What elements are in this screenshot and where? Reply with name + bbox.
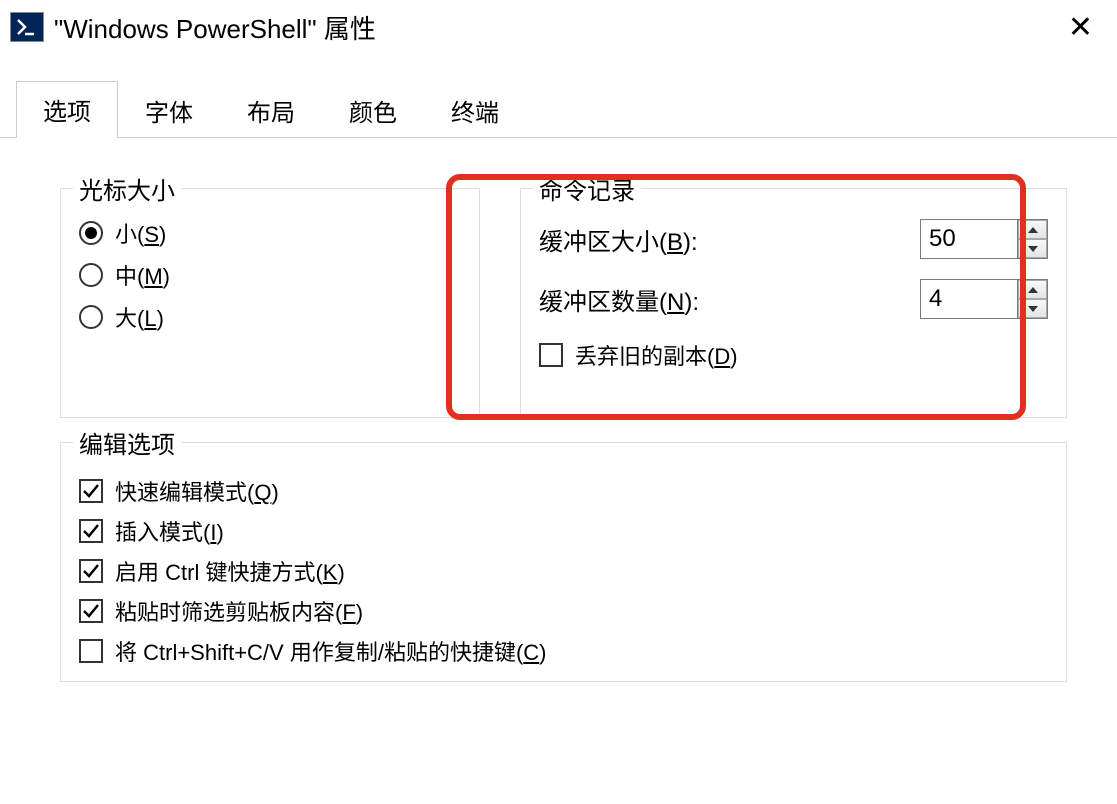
cursor-small-label: 小(S) — [115, 217, 166, 249]
checkbox-icon — [79, 559, 103, 583]
buffer-count-down[interactable] — [1018, 299, 1047, 318]
buffer-count-label: 缓冲区数量(N): — [539, 282, 699, 317]
tab-colors[interactable]: 颜色 — [322, 82, 424, 138]
window-title: "Windows PowerShell" 属性 — [54, 9, 1054, 46]
buffer-size-up[interactable] — [1018, 220, 1047, 239]
titlebar: "Windows PowerShell" 属性 ✕ — [0, 0, 1117, 54]
ctrl-shift-copy-label: 将 Ctrl+Shift+C/V 用作复制/粘贴的快捷键(C) — [115, 635, 547, 667]
tab-content: 光标大小 小(S) 中(M) 大(L) 命令 — [0, 138, 1117, 682]
ctrl-shift-copy-checkbox[interactable]: 将 Ctrl+Shift+C/V 用作复制/粘贴的快捷键(C) — [79, 635, 1048, 667]
cursor-medium-radio[interactable]: 中(M) — [79, 259, 461, 291]
buffer-size-row: 缓冲区大小(B): 50 — [539, 219, 1048, 259]
discard-duplicates-label: 丢弃旧的副本(D) — [575, 339, 738, 371]
filter-paste-checkbox[interactable]: 粘贴时筛选剪贴板内容(F) — [79, 595, 1048, 627]
ctrl-shortcuts-label: 启用 Ctrl 键快捷方式(K) — [115, 555, 345, 587]
radio-icon — [79, 221, 103, 245]
edit-options-group: 编辑选项 快速编辑模式(Q) 插入模式(I) 启用 Ctrl 键快捷方式(K) — [60, 442, 1067, 682]
buffer-size-spinner[interactable]: 50 — [920, 219, 1048, 259]
command-history-legend: 命令记录 — [533, 171, 641, 206]
buffer-size-value[interactable]: 50 — [921, 220, 1017, 258]
tab-options[interactable]: 选项 — [16, 81, 118, 138]
radio-icon — [79, 263, 103, 287]
buffer-size-down[interactable] — [1018, 239, 1047, 258]
insert-mode-label: 插入模式(I) — [115, 515, 224, 547]
radio-icon — [79, 305, 103, 329]
checkbox-icon — [79, 479, 103, 503]
buffer-count-up[interactable] — [1018, 280, 1047, 299]
buffer-size-label: 缓冲区大小(B): — [539, 222, 698, 257]
checkbox-icon — [539, 343, 563, 367]
tab-layout[interactable]: 布局 — [220, 82, 322, 138]
checkbox-icon — [79, 599, 103, 623]
quick-edit-checkbox[interactable]: 快速编辑模式(Q) — [79, 475, 1048, 507]
buffer-count-value[interactable]: 4 — [921, 280, 1017, 318]
filter-paste-label: 粘贴时筛选剪贴板内容(F) — [115, 595, 363, 627]
tabs: 选项 字体 布局 颜色 终端 — [0, 80, 1117, 138]
cursor-small-radio[interactable]: 小(S) — [79, 217, 461, 249]
discard-duplicates-checkbox[interactable]: 丢弃旧的副本(D) — [539, 339, 1048, 371]
buffer-count-spinner[interactable]: 4 — [920, 279, 1048, 319]
edit-options-legend: 编辑选项 — [73, 425, 181, 460]
buffer-count-row: 缓冲区数量(N): 4 — [539, 279, 1048, 319]
tab-terminal[interactable]: 终端 — [424, 82, 526, 138]
checkbox-icon — [79, 519, 103, 543]
cursor-medium-label: 中(M) — [115, 259, 170, 291]
cursor-large-radio[interactable]: 大(L) — [79, 301, 461, 333]
cursor-size-legend: 光标大小 — [73, 171, 181, 206]
quick-edit-label: 快速编辑模式(Q) — [115, 475, 279, 507]
cursor-large-label: 大(L) — [115, 301, 164, 333]
close-button[interactable]: ✕ — [1054, 10, 1107, 45]
ctrl-shortcuts-checkbox[interactable]: 启用 Ctrl 键快捷方式(K) — [79, 555, 1048, 587]
insert-mode-checkbox[interactable]: 插入模式(I) — [79, 515, 1048, 547]
tab-font[interactable]: 字体 — [118, 82, 220, 138]
command-history-group: 命令记录 缓冲区大小(B): 50 缓冲区数量(N): — [520, 188, 1067, 418]
checkbox-icon — [79, 639, 103, 663]
cursor-size-group: 光标大小 小(S) 中(M) 大(L) — [60, 188, 480, 418]
powershell-icon — [10, 12, 44, 42]
